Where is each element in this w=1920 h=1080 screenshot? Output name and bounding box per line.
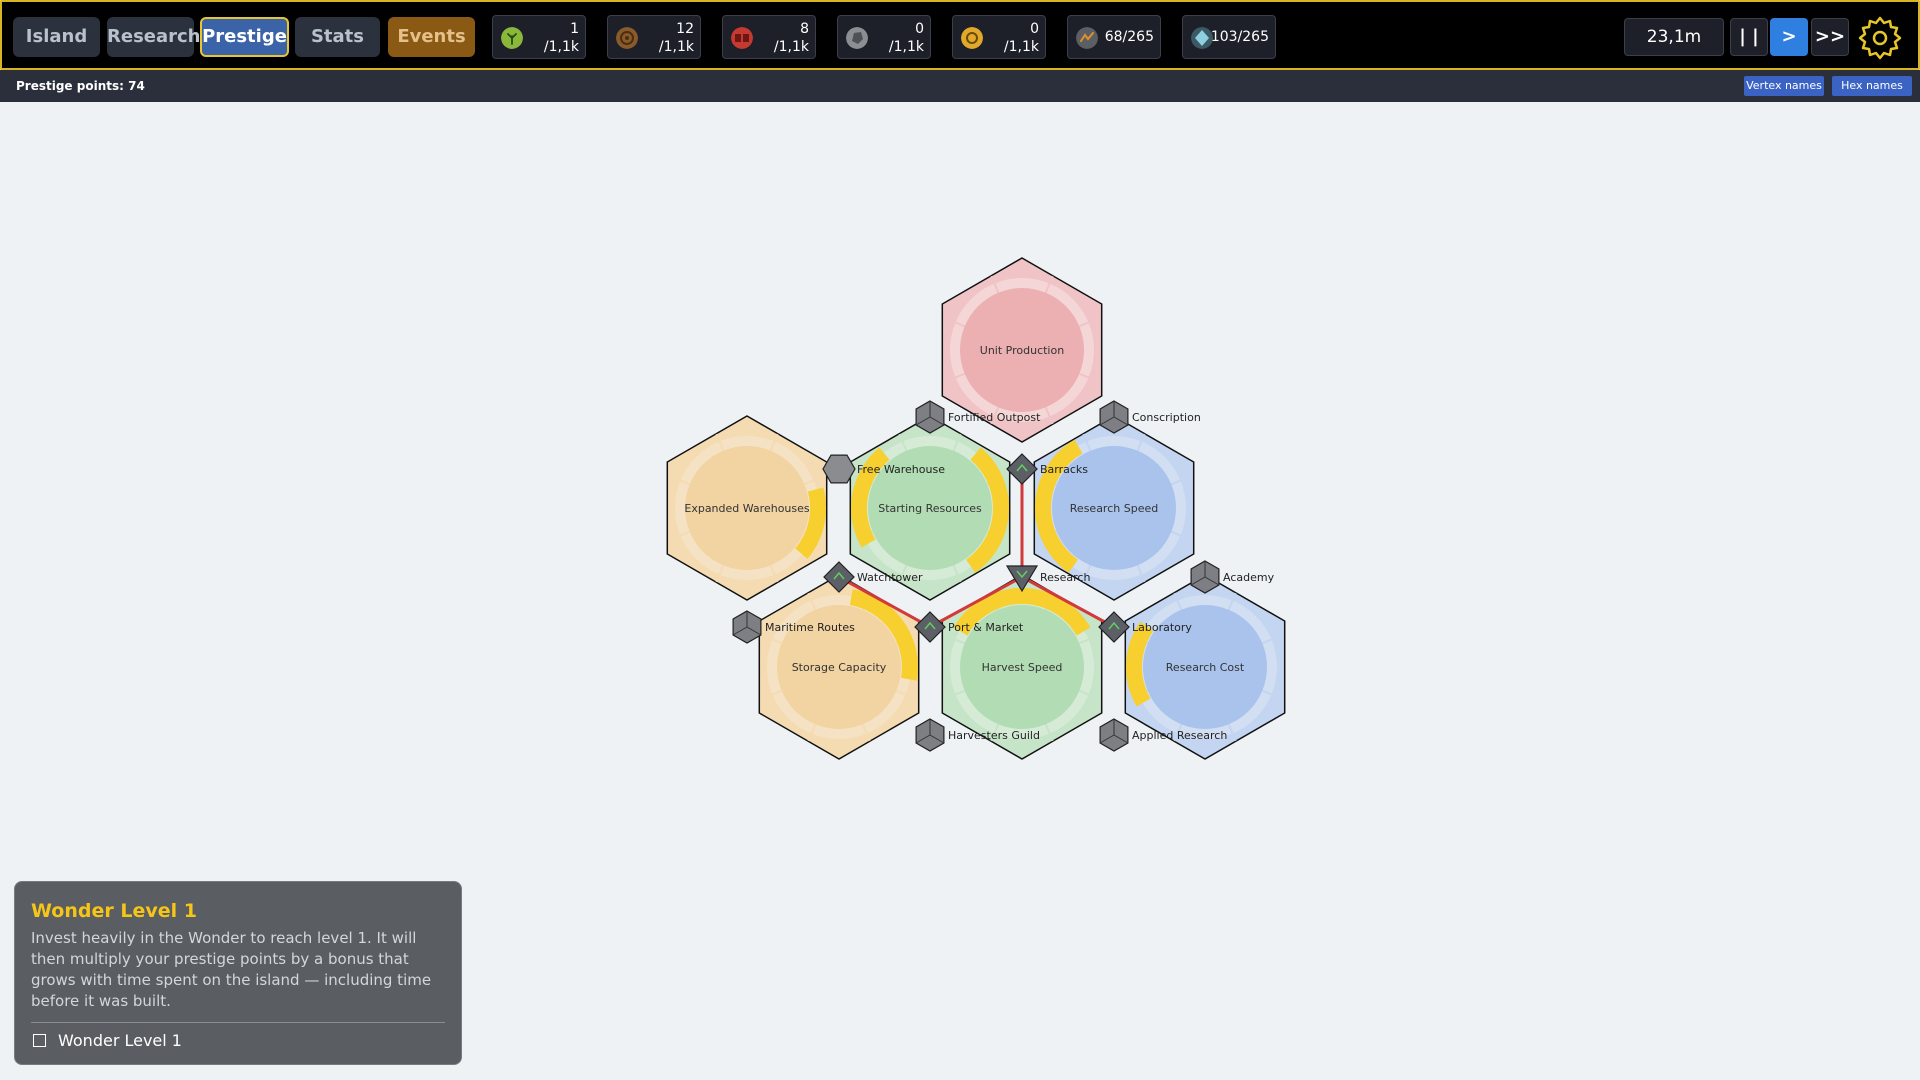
vertex-label: Laboratory: [1132, 621, 1192, 634]
vertex-label: Academy: [1223, 571, 1275, 584]
tooltip-description: Invest heavily in the Wonder to reach le…: [31, 929, 432, 1010]
vertex-label: Port & Market: [948, 621, 1024, 634]
hex-storage-capacity[interactable]: Storage Capacity: [758, 574, 920, 760]
tooltip-panel: Wonder Level 1 Invest heavily in the Won…: [14, 881, 462, 1065]
hex-label: Unit Production: [980, 344, 1064, 357]
vertex-label: Applied Research: [1132, 729, 1227, 742]
hex-label: Starting Resources: [878, 502, 982, 515]
requirement-label: Wonder Level 1: [58, 1031, 182, 1050]
hex-label: Storage Capacity: [792, 661, 887, 674]
vertex-conscription[interactable]: Conscription: [1099, 400, 1201, 434]
vertex-label: Watchtower: [857, 571, 923, 584]
vertex-label: Free Warehouse: [857, 463, 945, 476]
vertex-label: Fortified Outpost: [948, 411, 1041, 424]
vertex-label: Research: [1040, 571, 1090, 584]
vertex-academy[interactable]: Academy: [1190, 560, 1275, 594]
hex-label: Research Cost: [1166, 661, 1245, 674]
requirement-item: Wonder Level 1: [31, 1031, 445, 1051]
vertex-label: Barracks: [1040, 463, 1088, 476]
tooltip-divider: [31, 1022, 445, 1023]
hex-label: Harvest Speed: [982, 661, 1063, 674]
vertex-label: Maritime Routes: [765, 621, 855, 634]
hex-expanded-warehouses[interactable]: Expanded Warehouses: [666, 415, 828, 601]
checkbox-icon: [33, 1034, 46, 1047]
vertex-label: Harvesters Guild: [948, 729, 1040, 742]
hex-label: Research Speed: [1070, 502, 1158, 515]
tooltip-title: Wonder Level 1: [31, 900, 197, 922]
vertex-label: Conscription: [1132, 411, 1201, 424]
hex-label: Expanded Warehouses: [684, 502, 810, 515]
